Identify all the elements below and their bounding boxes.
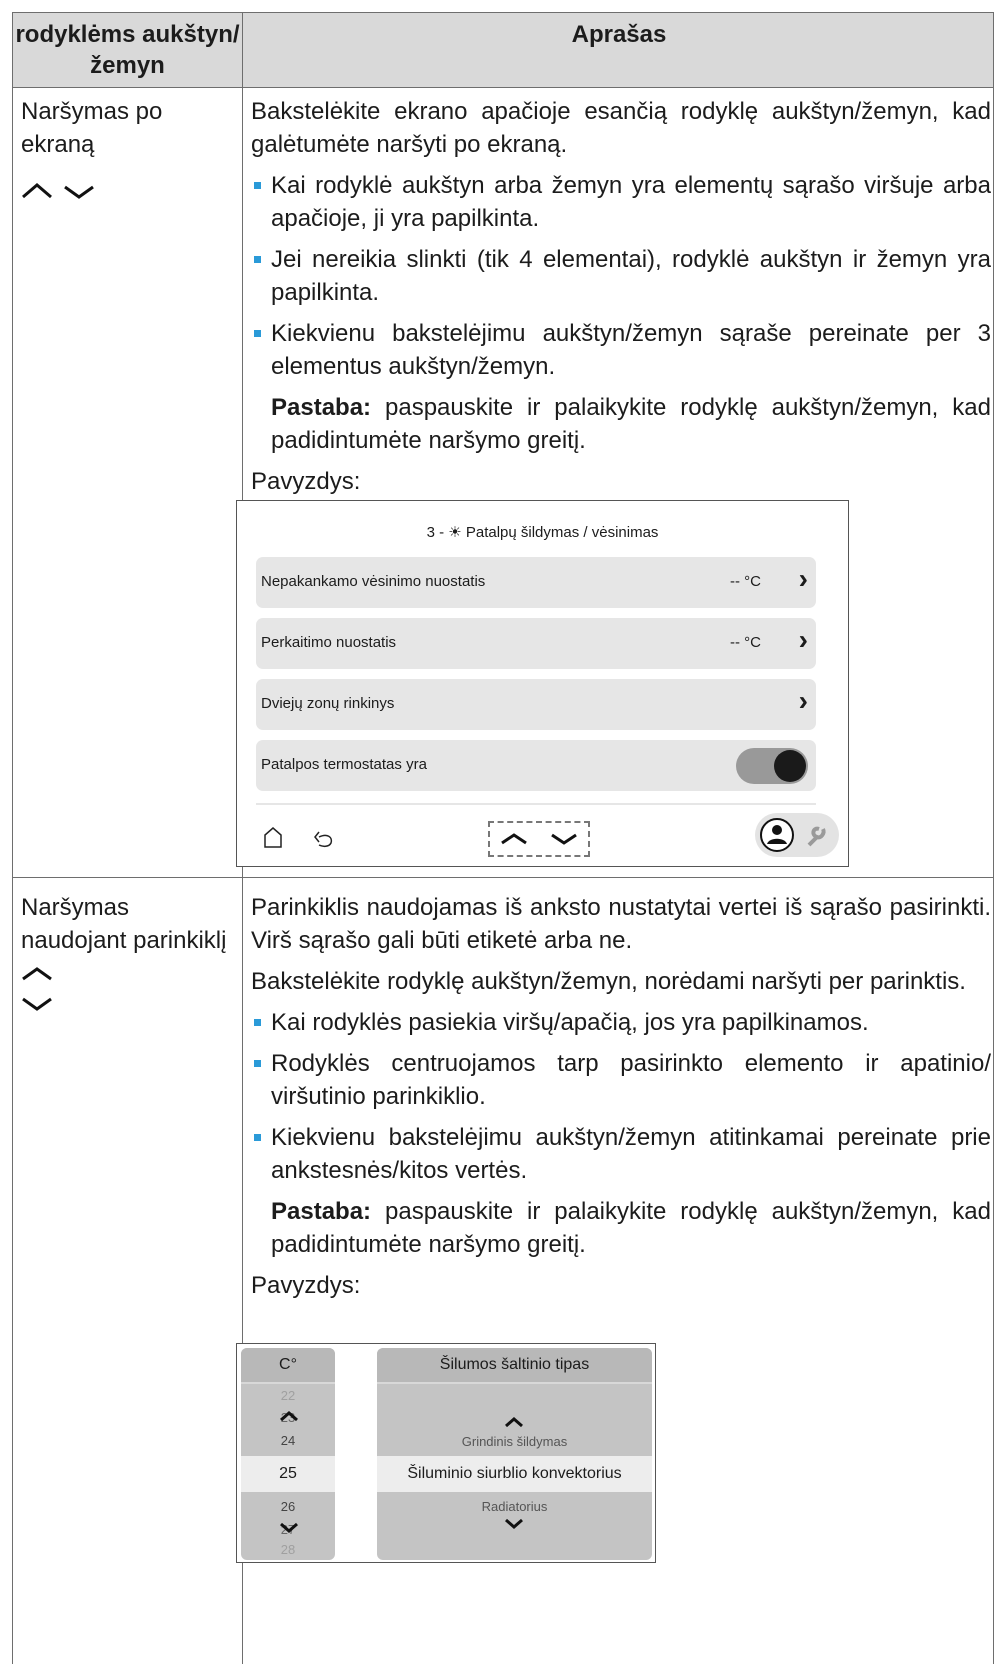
picker-value: 28	[280, 1542, 296, 1557]
picker-selected: 25	[241, 1456, 335, 1492]
picker-option: Radiatorius	[481, 1499, 548, 1514]
list-item: Kai rodyklės pasiekia viršų/apačią, jos …	[251, 1006, 991, 1039]
row2-description: Parinkiklis naudojamas iš anksto nustaty…	[251, 891, 991, 1310]
down-arrow-icon[interactable]	[504, 1518, 524, 1530]
list-item: Kiekvienu bakstelėjimu aukštyn/žemyn ati…	[251, 1121, 991, 1187]
picker-selected: Šiluminio siurblio konvektorius	[377, 1456, 652, 1492]
row1-intro: Bakstelėkite ekrano apačioje esančią rod…	[251, 98, 991, 158]
up-down-arrows-icon	[22, 183, 94, 199]
row2-p1: Parinkiklis naudojamas iš anksto nustaty…	[251, 894, 991, 954]
chevron-right-icon: ›	[798, 624, 808, 655]
row1-note: Pastaba: paspauskite ir palaikykite rody…	[271, 394, 991, 454]
user-icon	[760, 818, 826, 852]
home-icon	[264, 827, 282, 848]
navigation-table: rodyklėms aukštyn/žemyn Aprašas Naršymas…	[12, 12, 994, 1664]
picker-title: Šilumos šaltinio tipas	[377, 1348, 652, 1384]
row1-arrows	[21, 175, 231, 210]
list-item: Jei nereikia slinkti (tik 4 elementai), …	[251, 243, 991, 309]
list-edge	[256, 803, 816, 805]
up-down-arrows-icon	[501, 833, 577, 845]
down-arrow-icon[interactable]	[279, 1522, 299, 1534]
header-arrows: rodyklėms aukštyn/žemyn	[15, 21, 240, 79]
row2-p2: Bakstelėkite rodyklę aukštyn/žemyn, norė…	[251, 968, 966, 995]
list-item: Rodyklės centruojamos tarp pasirinkto el…	[251, 1047, 991, 1113]
scroll-arrows[interactable]	[488, 821, 590, 857]
list-item: Kai rodyklė aukštyn arba žemyn yra eleme…	[251, 169, 991, 235]
wrench-icon	[807, 826, 826, 847]
unit-label: C°	[241, 1348, 335, 1384]
picker-option: Grindinis šildymas	[461, 1434, 568, 1449]
row1-left: Naršymas po ekraną	[21, 95, 231, 210]
table-header: rodyklėms aukštyn/žemyn Aprašas	[13, 13, 993, 88]
screen-title: 3 - ☀ Patalpų šildymas / vėsinimas	[426, 524, 659, 541]
header-description: Aprašas	[571, 21, 667, 48]
row2-left: Naršymas naudojant parinkiklį	[21, 891, 231, 1026]
row1-example-label: Pavyzdys:	[251, 468, 361, 495]
picker-value: 26	[280, 1499, 296, 1514]
row2-example-label: Pavyzdys:	[251, 1272, 361, 1299]
screen-example: 3 - ☀ Patalpų šildymas / vėsinimas Nepak…	[236, 500, 849, 867]
number-picker[interactable]: C° 22 23 24 25 26 27 28	[241, 1348, 335, 1560]
list-item[interactable]: Perkaitimo nuostatis -- °C ›	[256, 618, 816, 669]
row2-title: Naršymas naudojant parinkiklį	[21, 894, 227, 954]
list-item[interactable]: Dviejų zonų rinkinys ›	[256, 679, 816, 730]
chevron-right-icon: ›	[798, 563, 808, 594]
row-divider	[13, 877, 993, 878]
list-item: Kiekvienu bakstelėjimu aukštyn/žemyn sąr…	[251, 317, 991, 383]
up-down-arrows-icon	[22, 967, 52, 1011]
picker-value: 22	[280, 1388, 296, 1403]
row1-description: Bakstelėkite ekrano apačioje esančią rod…	[251, 95, 991, 506]
row2-note: Pastaba: paspauskite ir palaikykite rody…	[271, 1198, 991, 1258]
list-item[interactable]: Patalpos termostatas yra	[256, 740, 816, 791]
picker-value: 24	[280, 1433, 296, 1448]
up-arrow-icon[interactable]	[279, 1410, 299, 1422]
option-picker[interactable]: Šilumos šaltinio tipas Grindinis šildyma…	[377, 1348, 652, 1560]
user-settings-pill[interactable]	[755, 813, 839, 857]
row1-title: Naršymas po ekraną	[21, 98, 163, 158]
list-item[interactable]: Nepakankamo vėsinimo nuostatis -- °C ›	[256, 557, 816, 608]
up-arrow-icon[interactable]	[504, 1416, 524, 1428]
nav-icons	[264, 827, 333, 848]
back-icon	[318, 834, 333, 848]
chevron-right-icon: ›	[798, 685, 808, 716]
toggle-switch[interactable]	[736, 748, 808, 784]
picker-example: C° 22 23 24 25 26 27 28 Šilumos šaltinio…	[236, 1343, 656, 1563]
